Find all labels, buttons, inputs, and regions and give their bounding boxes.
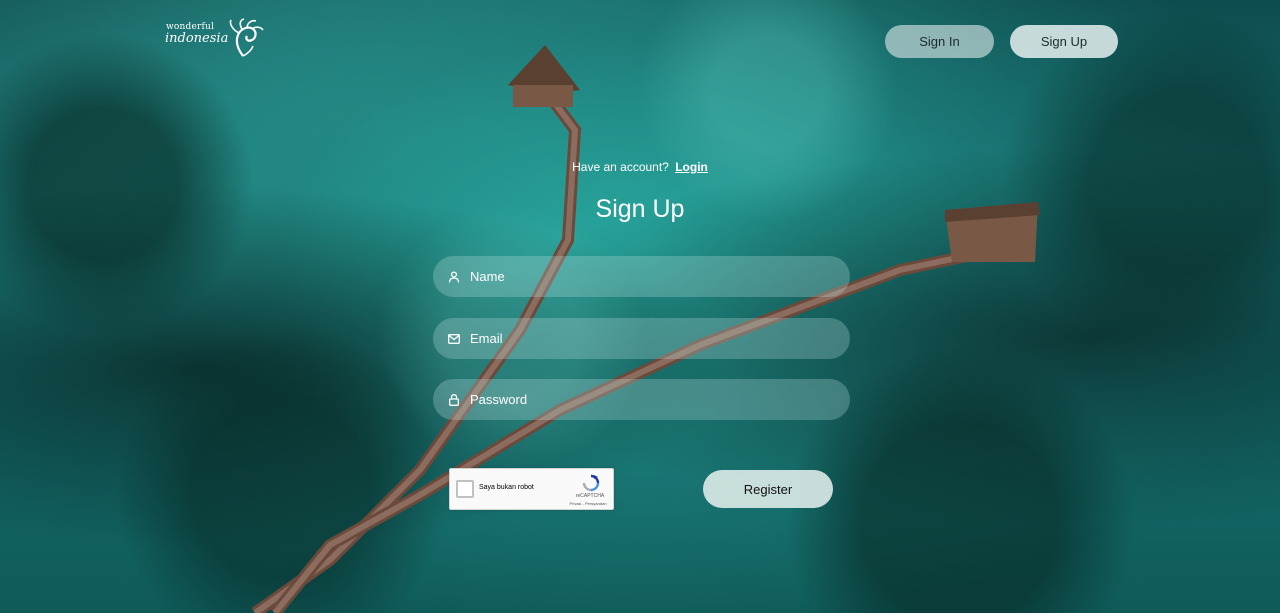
logo-big-text: indonesia	[165, 31, 229, 46]
recaptcha-checkbox[interactable]	[456, 480, 474, 498]
page-title: Sign Up	[595, 195, 685, 223]
name-input[interactable]	[470, 256, 850, 297]
recaptcha-widget: Saya bukan robot reCAPTCHA Privasi - Per…	[449, 468, 614, 510]
jetty-background-image	[251, 45, 1040, 613]
recaptcha-icon	[582, 474, 600, 492]
signup-button[interactable]: Sign Up	[1010, 25, 1118, 58]
register-button[interactable]: Register	[703, 470, 833, 508]
wonderful-indonesia-logo[interactable]: wonderful indonesia	[165, 18, 265, 60]
recaptcha-links[interactable]: Privasi - Persyaratan	[562, 501, 614, 506]
mail-icon	[447, 332, 461, 346]
have-account-text: Have an account?	[572, 160, 669, 174]
email-input[interactable]	[470, 318, 850, 359]
password-input[interactable]	[470, 379, 850, 420]
name-field[interactable]	[433, 256, 850, 297]
recaptcha-label: Saya bukan robot	[479, 484, 534, 491]
have-account-prompt: Have an account? Login	[0, 160, 1280, 174]
lock-icon	[447, 393, 461, 407]
password-field[interactable]	[433, 379, 850, 420]
garuda-bird-icon	[229, 18, 264, 57]
email-field[interactable]	[433, 318, 850, 359]
user-icon	[447, 270, 461, 284]
recaptcha-brand: reCAPTCHA	[575, 493, 605, 499]
signin-button[interactable]: Sign In	[885, 25, 994, 58]
background-texture	[0, 0, 1280, 613]
login-link[interactable]: Login	[675, 160, 708, 174]
